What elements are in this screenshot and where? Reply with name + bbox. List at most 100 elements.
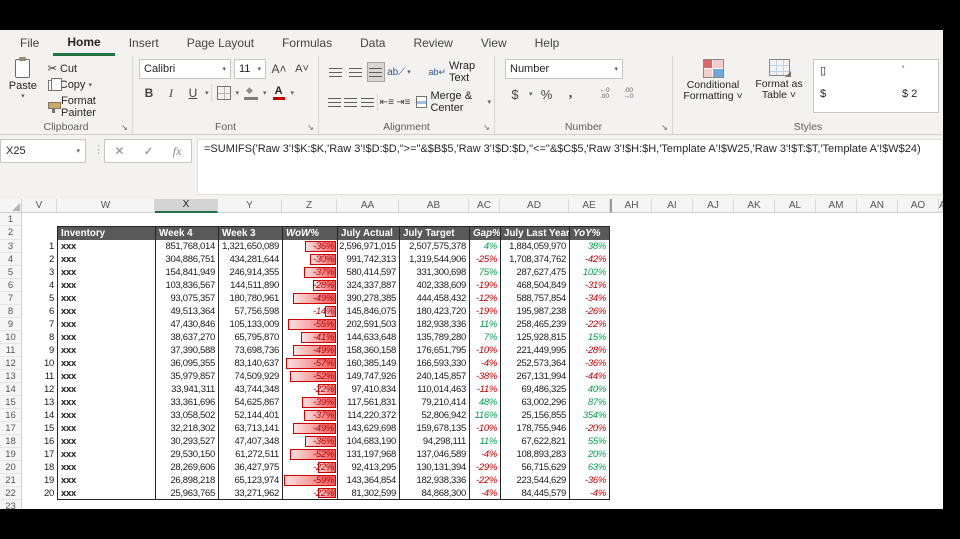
row-index[interactable]: 18 xyxy=(22,461,57,474)
row-header-19[interactable]: 19 xyxy=(0,448,22,461)
cell-inventory[interactable]: xxx xyxy=(57,487,155,500)
row-index[interactable]: 7 xyxy=(22,318,57,331)
cell-yoy[interactable]: 354% xyxy=(569,409,610,422)
row-index[interactable]: 1 xyxy=(22,240,57,253)
cell-yoy[interactable]: -42% xyxy=(569,253,610,266)
select-all-corner[interactable] xyxy=(0,199,22,213)
row-index[interactable]: 4 xyxy=(22,279,57,292)
cell-yoy[interactable]: 102% xyxy=(569,266,610,279)
cell-july-target[interactable]: 444,458,432 xyxy=(399,292,469,305)
chevron-down-icon[interactable]: ▾ xyxy=(407,68,411,76)
cell-week3[interactable]: 180,780,961 xyxy=(218,292,282,305)
cell-july-last-year[interactable]: 108,893,283 xyxy=(500,448,569,461)
row-index[interactable]: 16 xyxy=(22,435,57,448)
cell-july-actual[interactable]: 114,220,372 xyxy=(337,409,399,422)
top-align-button[interactable] xyxy=(327,62,345,82)
cell-yoy[interactable]: 55% xyxy=(569,435,610,448)
column-header-Y[interactable]: Y xyxy=(218,199,282,213)
cell-wow[interactable]: -55% xyxy=(282,318,337,331)
cell-week3[interactable]: 74,509,929 xyxy=(218,370,282,383)
cell-week3[interactable]: 43,744,348 xyxy=(218,383,282,396)
font-dialog-launcher[interactable]: ↘ xyxy=(306,123,315,132)
cell-july-last-year[interactable]: 25,156,855 xyxy=(500,409,569,422)
cell-july-target[interactable]: 240,145,857 xyxy=(399,370,469,383)
borders-button[interactable] xyxy=(214,83,234,103)
name-box[interactable]: X25 ▾ xyxy=(0,139,86,163)
column-header-X[interactable]: X xyxy=(155,199,218,213)
cell-gap[interactable]: -19% xyxy=(469,279,500,292)
cell-july-last-year[interactable]: 178,755,946 xyxy=(500,422,569,435)
table-header-july-last-year[interactable]: July Last Year xyxy=(500,226,569,240)
tab-review[interactable]: Review xyxy=(399,30,466,56)
cell-yoy[interactable]: -4% xyxy=(569,487,610,500)
cell-gap[interactable]: -19% xyxy=(469,305,500,318)
cell-week3[interactable]: 1,321,650,089 xyxy=(218,240,282,253)
cell-july-target[interactable]: 130,131,394 xyxy=(399,461,469,474)
row-header-3[interactable]: 3 xyxy=(0,240,22,253)
row-index[interactable]: 3 xyxy=(22,266,57,279)
row-header-16[interactable]: 16 xyxy=(0,409,22,422)
cell-yoy[interactable]: -20% xyxy=(569,422,610,435)
cell-july-target[interactable]: 52,806,942 xyxy=(399,409,469,422)
cell-week4[interactable]: 28,269,606 xyxy=(155,461,218,474)
cell-wow[interactable]: -39% xyxy=(282,396,337,409)
tab-home[interactable]: Home xyxy=(53,30,115,56)
cell-july-actual[interactable]: 158,360,158 xyxy=(337,344,399,357)
cell-week4[interactable]: 851,768,014 xyxy=(155,240,218,253)
row-header-8[interactable]: 8 xyxy=(0,305,22,318)
enter-button[interactable]: ✓ xyxy=(144,144,154,158)
row-index[interactable]: 20 xyxy=(22,487,57,500)
cell-week4[interactable]: 38,637,270 xyxy=(155,331,218,344)
cell-inventory[interactable]: xxx xyxy=(57,253,155,266)
row-header-17[interactable]: 17 xyxy=(0,422,22,435)
cell-july-target[interactable]: 137,046,589 xyxy=(399,448,469,461)
cell-july-target[interactable]: 2,507,575,378 xyxy=(399,240,469,253)
cell-week3[interactable]: 65,123,974 xyxy=(218,474,282,487)
cell-wow[interactable]: -52% xyxy=(282,448,337,461)
column-header-AA[interactable]: AA xyxy=(337,199,399,213)
cell-gap[interactable]: 116% xyxy=(469,409,500,422)
table-header-inventory[interactable]: Inventory xyxy=(57,226,155,240)
column-header-AL[interactable]: AL xyxy=(775,199,816,213)
row-header-10[interactable]: 10 xyxy=(0,331,22,344)
cell-july-actual[interactable]: 131,197,968 xyxy=(337,448,399,461)
cut-button[interactable]: ✂ Cut xyxy=(45,61,132,76)
cell-wow[interactable]: -22% xyxy=(282,383,337,396)
row-header-23[interactable]: 23 xyxy=(0,500,22,509)
format-painter-button[interactable]: Format Painter xyxy=(45,94,132,120)
cell-week3[interactable]: 105,133,009 xyxy=(218,318,282,331)
cell-july-target[interactable]: 135,789,280 xyxy=(399,331,469,344)
cell-july-last-year[interactable]: 84,445,579 xyxy=(500,487,569,500)
table-header-week-3[interactable]: Week 3 xyxy=(218,226,282,240)
cell-yoy[interactable]: -44% xyxy=(569,370,610,383)
row-index[interactable]: 2 xyxy=(22,253,57,266)
cell-week3[interactable]: 47,407,348 xyxy=(218,435,282,448)
table-header-gap[interactable]: Gap% xyxy=(469,226,500,240)
cell-inventory[interactable]: xxx xyxy=(57,357,155,370)
cell-july-target[interactable]: 176,651,795 xyxy=(399,344,469,357)
cell-yoy[interactable]: -22% xyxy=(569,318,610,331)
cell-style-item[interactable]: $ xyxy=(820,88,826,100)
font-color-button[interactable]: A xyxy=(269,83,289,103)
cell-week4[interactable]: 33,941,311 xyxy=(155,383,218,396)
cell-week4[interactable]: 26,898,218 xyxy=(155,474,218,487)
cell-inventory[interactable]: xxx xyxy=(57,474,155,487)
chevron-down-icon[interactable]: ▾ xyxy=(205,89,209,97)
cell-gap[interactable]: 75% xyxy=(469,266,500,279)
row-index[interactable]: 8 xyxy=(22,331,57,344)
row-header-9[interactable]: 9 xyxy=(0,318,22,331)
cell-july-actual[interactable]: 97,410,834 xyxy=(337,383,399,396)
cell-inventory[interactable]: xxx xyxy=(57,383,155,396)
cell-gap[interactable]: 4% xyxy=(469,240,500,253)
cell-july-target[interactable]: 331,300,698 xyxy=(399,266,469,279)
conditional-formatting-button[interactable]: Conditional Formatting ˅ xyxy=(681,59,745,102)
row-index[interactable]: 15 xyxy=(22,422,57,435)
cell-july-last-year[interactable]: 287,627,475 xyxy=(500,266,569,279)
align-right-button[interactable] xyxy=(360,92,375,112)
cell-july-last-year[interactable]: 468,504,849 xyxy=(500,279,569,292)
cell-styles-gallery[interactable]: ▯ ' $ $ 2 xyxy=(813,59,939,113)
cancel-button[interactable]: ✕ xyxy=(115,144,125,158)
cell-inventory[interactable]: xxx xyxy=(57,422,155,435)
cell-week3[interactable]: 434,281,644 xyxy=(218,253,282,266)
cell-inventory[interactable]: xxx xyxy=(57,266,155,279)
